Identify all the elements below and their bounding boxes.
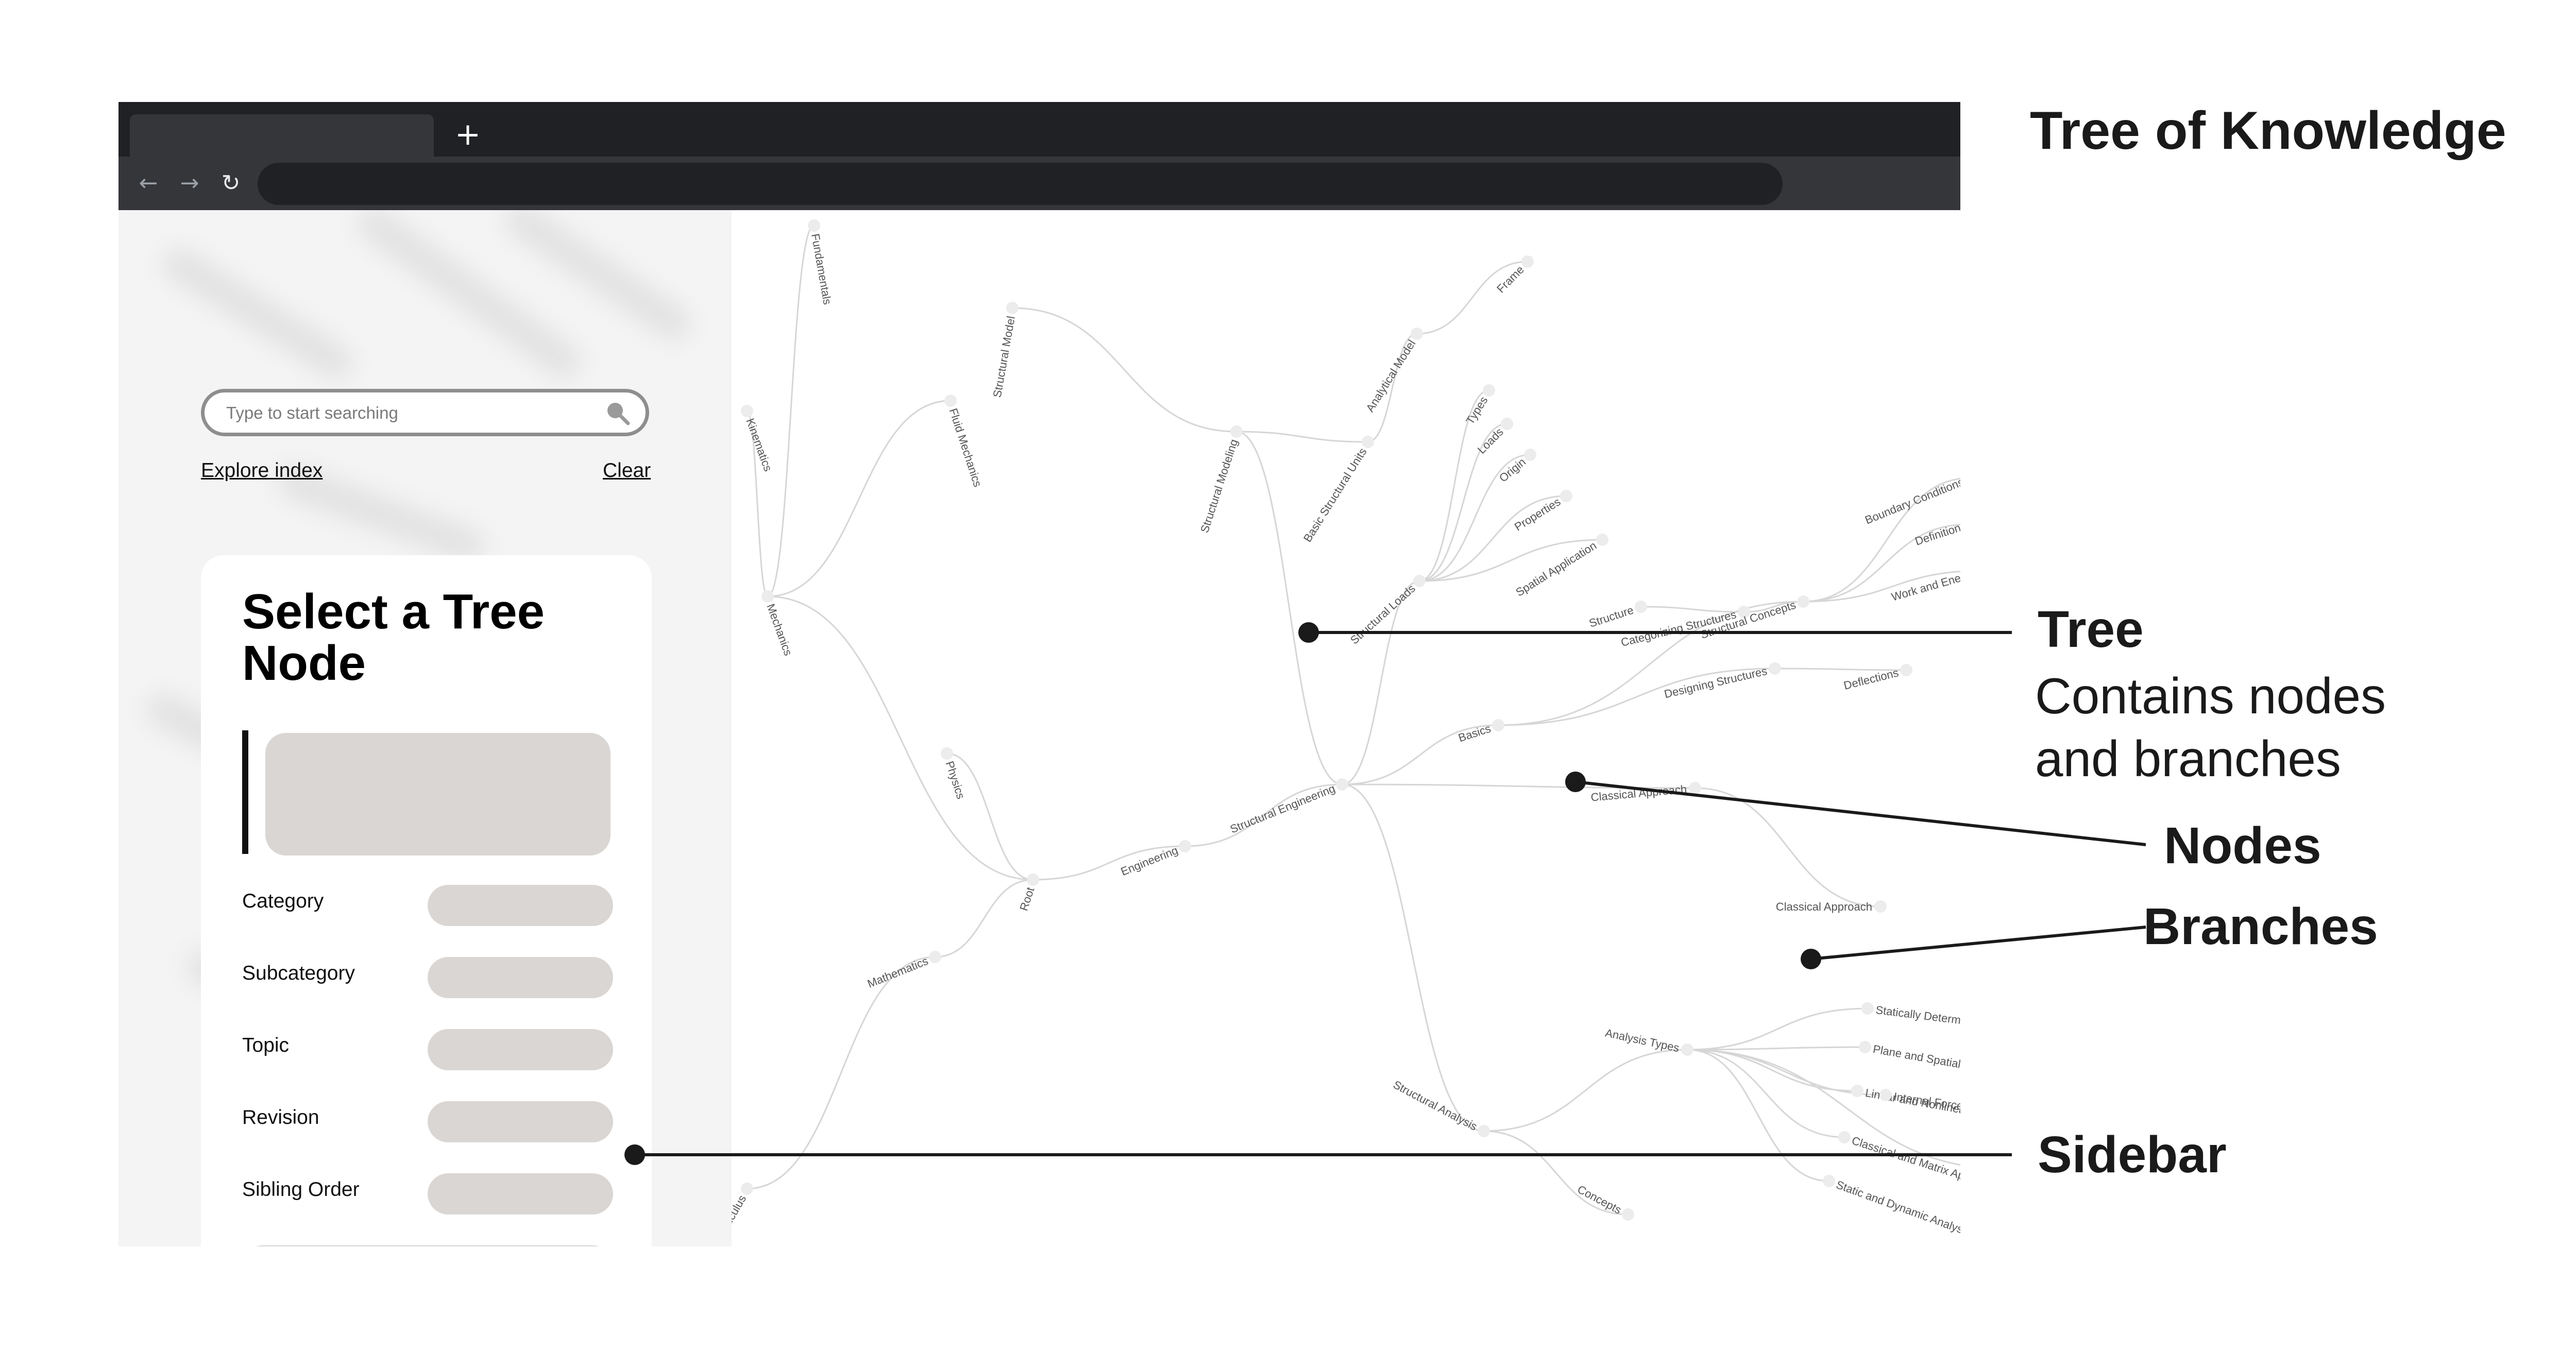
annotation-tree-description-line-2: and branches <box>2035 730 2341 787</box>
annotation-nodes-title: Nodes <box>2164 817 2321 875</box>
annotation-tree-title: Tree <box>2038 601 2144 658</box>
annotation-sidebar-title: Sidebar <box>2038 1126 2227 1184</box>
annotation-branches-title: Branches <box>2143 898 2378 955</box>
branches-callout-line <box>1810 926 2146 961</box>
annotation-tree-description-line-1: Contains nodes <box>2035 668 2386 724</box>
sidebar-callout-dot <box>624 1144 645 1165</box>
branches-callout-dot <box>1801 949 1821 969</box>
tree-callout-dot <box>1298 622 1319 643</box>
nodes-callout-dot <box>1565 772 1586 792</box>
nodes-callout-line <box>1575 780 2146 846</box>
